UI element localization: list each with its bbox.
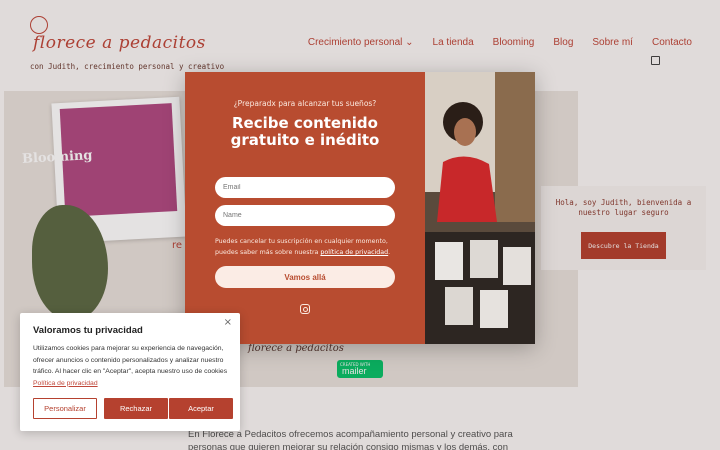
popup-kicker: ¿Preparadx para alcanzar tus sueños?: [233, 99, 377, 108]
privacy-policy-link[interactable]: política de privacidad: [320, 249, 388, 256]
subscribe-button[interactable]: Vamos allá: [215, 266, 395, 288]
popup-title-line2: gratuito e inédito: [230, 131, 380, 149]
instagram-icon[interactable]: [300, 304, 310, 314]
cookie-banner: × Valoramos tu privacidad Utilizamos coo…: [20, 313, 240, 431]
cookie-body: Utilizamos cookies para mejorar su exper…: [33, 345, 228, 376]
cookie-text: Utilizamos cookies para mejorar su exper…: [33, 343, 229, 389]
cookie-privacy-link[interactable]: Política de privacidad: [33, 380, 98, 387]
privacy-note-end: .: [388, 249, 391, 256]
cookie-title: Valoramos tu privacidad: [33, 325, 143, 336]
close-icon[interactable]: ×: [224, 317, 232, 328]
popup-title: Recibe contenido gratuito e inédito: [185, 115, 425, 149]
photo-illustration: [425, 72, 535, 344]
author-signing-books-photo: [425, 72, 535, 344]
name-field[interactable]: [215, 205, 395, 226]
reject-button[interactable]: Rechazar: [104, 398, 168, 419]
customize-button[interactable]: Personalizar: [33, 398, 97, 419]
newsletter-popup: ¿Preparadx para alcanzar tus sueños? Rec…: [185, 72, 535, 344]
privacy-note: Puedes cancelar tu suscripción en cualqu…: [215, 236, 395, 258]
email-field[interactable]: [215, 177, 395, 198]
accept-button[interactable]: Aceptar: [169, 398, 233, 419]
popup-title-line1: Recibe contenido: [232, 114, 378, 132]
